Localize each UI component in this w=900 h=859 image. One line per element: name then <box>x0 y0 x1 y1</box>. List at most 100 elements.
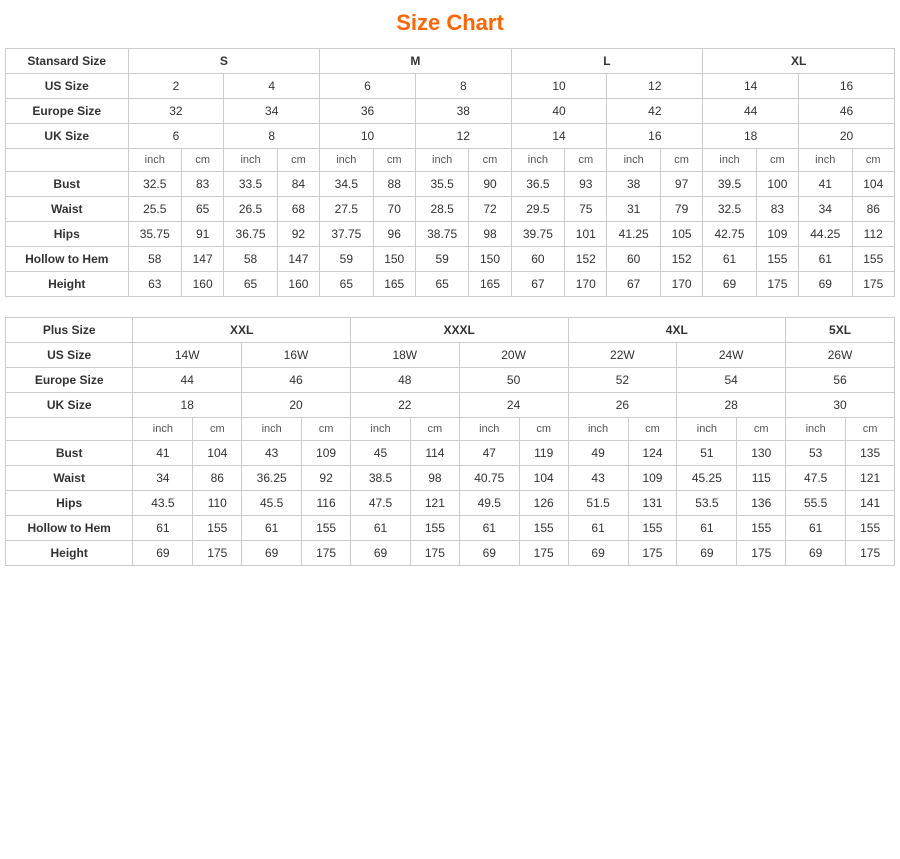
eu-40: 40 <box>511 99 607 124</box>
plus-hips-label: Hips <box>6 491 133 516</box>
bust-xl1: 39.5 <box>703 172 756 197</box>
europe-size-label: Europe Size <box>6 99 129 124</box>
bust-xl2: 41 <box>799 172 852 197</box>
hips-label: Hips <box>6 222 129 247</box>
uk-8: 8 <box>224 124 320 149</box>
uk-14: 14 <box>511 124 607 149</box>
unit-cm-3: cm <box>373 149 415 172</box>
unit-inch-4: inch <box>415 149 468 172</box>
plus-europe-row: Europe Size 44 46 48 50 52 54 56 <box>6 368 895 393</box>
plus-hollow-row: Hollow to Hem 61155 61155 61155 61155 61… <box>6 516 895 541</box>
us-22w: 22W <box>568 343 677 368</box>
eu-36: 36 <box>320 99 416 124</box>
waist-label: Waist <box>6 197 129 222</box>
plus-size-label: Plus Size <box>6 318 133 343</box>
unit-inch-1: inch <box>128 149 181 172</box>
hips-row: Hips 35.7591 36.7592 37.7596 38.7598 39.… <box>6 222 895 247</box>
us-24w: 24W <box>677 343 786 368</box>
us-size-label: US Size <box>6 74 129 99</box>
size-xl-header: XL <box>703 49 895 74</box>
unit-cm-5: cm <box>565 149 607 172</box>
header-row: Stansard Size S M L XL <box>6 49 895 74</box>
unit-inch-7: inch <box>703 149 756 172</box>
plus-waist-row: Waist 3486 36.2592 38.598 40.75104 43109… <box>6 466 895 491</box>
bust-m2: 35.5 <box>415 172 468 197</box>
units-row: inch cm inch cm inch cm inch cm inch cm … <box>6 149 895 172</box>
uk-size-label: UK Size <box>6 124 129 149</box>
size-l-header: L <box>511 49 703 74</box>
size-4xl-header: 4XL <box>568 318 786 343</box>
size-m-header: M <box>320 49 512 74</box>
uk-18: 18 <box>703 124 799 149</box>
plus-uk-label: UK Size <box>6 393 133 418</box>
us-12: 12 <box>607 74 703 99</box>
height-label: Height <box>6 272 129 297</box>
eu-42: 42 <box>607 99 703 124</box>
unit-inch-8: inch <box>799 149 852 172</box>
unit-inch-2: inch <box>224 149 277 172</box>
unit-cm-1: cm <box>181 149 223 172</box>
size-s-header: S <box>128 49 320 74</box>
size-5xl-header: 5XL <box>786 318 895 343</box>
eu-44: 44 <box>703 99 799 124</box>
bust-row: Bust 32.583 33.584 34.588 35.590 36.593 … <box>6 172 895 197</box>
page: Size Chart Stansard Size S M <box>0 0 900 596</box>
plus-us-label: US Size <box>6 343 133 368</box>
us-20w: 20W <box>459 343 568 368</box>
hollow-label: Hollow to Hem <box>6 247 129 272</box>
uk-20: 20 <box>799 124 895 149</box>
unit-cm-6: cm <box>660 149 702 172</box>
hollow-row: Hollow to Hem 58147 58147 59150 59150 60… <box>6 247 895 272</box>
us-14: 14 <box>703 74 799 99</box>
uk-10: 10 <box>320 124 416 149</box>
unit-inch-5: inch <box>511 149 564 172</box>
size-xxxl-header: XXXL <box>350 318 568 343</box>
eu-34: 34 <box>224 99 320 124</box>
us-14w: 14W <box>133 343 242 368</box>
waist-row: Waist 25.565 26.568 27.570 28.572 29.575… <box>6 197 895 222</box>
us-6: 6 <box>320 74 416 99</box>
plus-hips-row: Hips 43.5110 45.5116 47.5121 49.5126 51.… <box>6 491 895 516</box>
us-4: 4 <box>224 74 320 99</box>
plus-hollow-label: Hollow to Hem <box>6 516 133 541</box>
height-row: Height 63160 65160 65165 65165 67170 671… <box>6 272 895 297</box>
us-16: 16 <box>799 74 895 99</box>
units-empty <box>6 149 129 172</box>
size-xxl-header: XXL <box>133 318 351 343</box>
standard-size-label: Stansard Size <box>6 49 129 74</box>
unit-cm-7: cm <box>756 149 798 172</box>
unit-cm-8: cm <box>852 149 895 172</box>
us-18w: 18W <box>350 343 459 368</box>
unit-cm-4: cm <box>469 149 511 172</box>
unit-inch-6: inch <box>607 149 660 172</box>
us-10: 10 <box>511 74 607 99</box>
uk-12: 12 <box>415 124 511 149</box>
us-8: 8 <box>415 74 511 99</box>
plus-units-row: inchcm inchcm inchcm inchcm inchcm inchc… <box>6 418 895 441</box>
unit-cm-2: cm <box>277 149 319 172</box>
plus-waist-label: Waist <box>6 466 133 491</box>
eu-32: 32 <box>128 99 224 124</box>
uk-size-row: UK Size 6 8 10 12 14 16 18 20 <box>6 124 895 149</box>
us-2: 2 <box>128 74 224 99</box>
us-size-row: US Size 2 4 6 8 10 12 14 16 <box>6 74 895 99</box>
eu-38: 38 <box>415 99 511 124</box>
plus-europe-label: Europe Size <box>6 368 133 393</box>
bust-s2: 33.5 <box>224 172 277 197</box>
bust-l2: 38 <box>607 172 660 197</box>
bust-s1: 32.5 <box>128 172 181 197</box>
unit-inch-3: inch <box>320 149 373 172</box>
standard-size-table: Stansard Size S M L XL US Size 2 4 6 8 1… <box>5 48 895 297</box>
plus-height-label: Height <box>6 541 133 566</box>
europe-size-row: Europe Size 32 34 36 38 40 42 44 46 <box>6 99 895 124</box>
plus-uk-row: UK Size 18 20 22 24 26 28 30 <box>6 393 895 418</box>
eu-46: 46 <box>799 99 895 124</box>
plus-bust-row: Bust 41104 43109 45114 47119 49124 51130… <box>6 441 895 466</box>
us-16w: 16W <box>242 343 351 368</box>
plus-us-size-row: US Size 14W 16W 18W 20W 22W 24W 26W <box>6 343 895 368</box>
uk-6: 6 <box>128 124 224 149</box>
uk-16: 16 <box>607 124 703 149</box>
plus-bust-label: Bust <box>6 441 133 466</box>
plus-height-row: Height 69175 69175 69175 69175 69175 691… <box>6 541 895 566</box>
bust-l1: 36.5 <box>511 172 564 197</box>
